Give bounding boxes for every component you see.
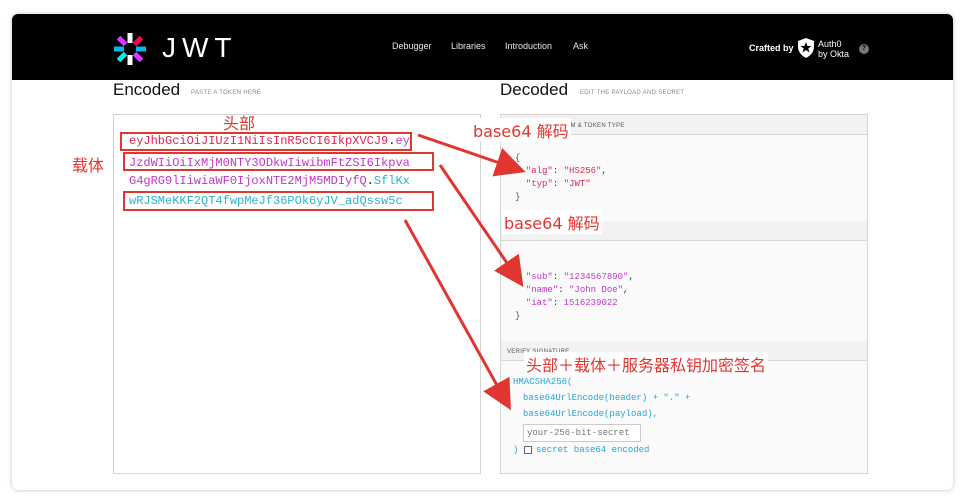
annotation-payload: 载体 <box>72 156 105 175</box>
annotation-signature: 头部＋载体＋服务器私钥加密签名 <box>524 352 769 376</box>
annotation-arrows <box>403 133 526 411</box>
annotation-decode-payload: base64 解码 <box>502 210 602 234</box>
annotation-header: 头部 <box>223 114 256 133</box>
annotation-decode-header: base64 解码 <box>471 118 571 142</box>
